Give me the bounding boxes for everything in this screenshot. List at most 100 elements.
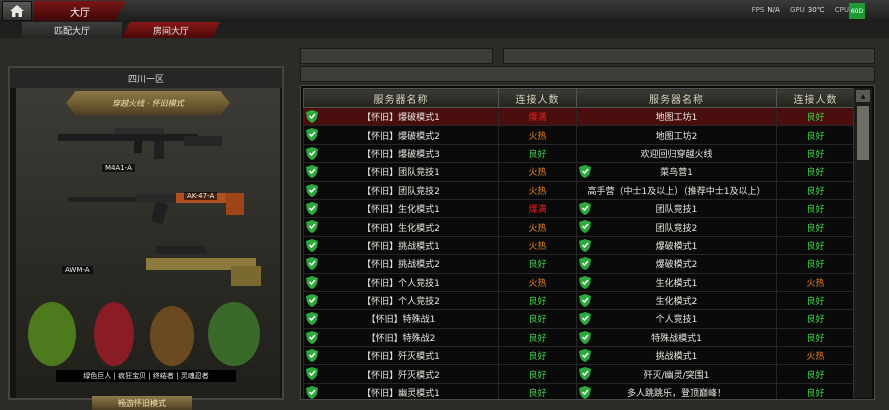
server-name-right[interactable]: 挑战模式1 <box>576 346 777 366</box>
tab-room-lobby[interactable]: 房间大厅 <box>122 22 220 38</box>
home-button[interactable] <box>2 1 32 21</box>
server-name-left[interactable]: 【怀旧】幽灵模式1 <box>303 382 499 399</box>
server-name-text: 【怀旧】歼灭模式2 <box>362 370 440 381</box>
server-name-right[interactable]: 多人跳跳乐，登顶巅峰！ <box>576 382 777 399</box>
server-row: 【怀旧】爆破模式2 火热 地图工坊2 良好 <box>303 125 855 145</box>
server-name-left[interactable]: 【怀旧】歼灭模式2 <box>303 364 499 384</box>
server-name-right[interactable]: 团队竞技1 <box>576 198 777 219</box>
server-name-left[interactable]: 【怀旧】个人竞技1 <box>303 272 499 292</box>
connection-status-left[interactable]: 火热 <box>498 217 577 237</box>
connection-status-right[interactable]: 良好 <box>776 235 855 256</box>
nostalgia-mode-banner[interactable]: 穿越火线 · 怀旧模式 M4A1-A AK-47-A AWM-A 绿色巨人 | … <box>16 88 280 410</box>
region-title: 四川一区 <box>10 68 282 88</box>
connection-status-right[interactable]: 火热 <box>776 346 855 366</box>
server-name-left[interactable]: 【怀旧】个人竞技2 <box>303 290 499 311</box>
scrollbar[interactable]: ▲ <box>853 88 872 398</box>
server-name-left[interactable]: 【怀旧】爆破模式1 <box>303 106 499 127</box>
gpu-label: GPU <box>789 6 805 14</box>
connection-status-right[interactable]: 良好 <box>776 290 855 311</box>
connection-status-right[interactable]: 良好 <box>776 198 855 219</box>
server-name-left[interactable]: 【怀旧】特殊战2 <box>303 327 499 348</box>
connection-status-left[interactable]: 良好 <box>498 382 577 399</box>
connection-status-left[interactable]: 良好 <box>498 346 577 366</box>
shield-icon <box>579 349 591 364</box>
connection-status-left[interactable]: 良好 <box>498 290 577 311</box>
shield-icon <box>579 330 591 346</box>
connection-status-right[interactable]: 良好 <box>776 125 855 145</box>
server-name-right[interactable]: 菜鸟营1 <box>576 162 777 182</box>
server-name-right[interactable]: 地图工坊2 <box>576 125 777 145</box>
server-row: 【怀旧】团队竞技2 火热 高手营（中士1及以上）（推荐中士1及以上） 良好 <box>303 180 855 200</box>
server-name-left[interactable]: 【怀旧】生化模式1 <box>303 198 499 219</box>
tab-match-lobby[interactable]: 匹配大厅 <box>22 22 122 38</box>
server-name-right[interactable]: 欢迎回归穿越火线 <box>576 143 777 164</box>
connection-status-right[interactable]: 良好 <box>776 217 855 237</box>
connection-status-left[interactable]: 良好 <box>498 309 577 329</box>
connection-status-left[interactable]: 爆满 <box>498 106 577 127</box>
server-name-text: 【怀旧】歼灭模式1 <box>362 352 440 363</box>
connection-status-left[interactable]: 爆满 <box>498 198 577 219</box>
server-name-text: 【怀旧】挑战模式1 <box>362 241 440 252</box>
server-name-left[interactable]: 【怀旧】团队竞技1 <box>303 162 499 182</box>
server-name-right[interactable]: 个人竞技1 <box>576 309 777 329</box>
server-name-right[interactable]: 高手营（中士1及以上）（推荐中士1及以上） <box>576 180 777 200</box>
connection-status-right[interactable]: 良好 <box>776 106 855 127</box>
connection-status-left[interactable]: 火热 <box>498 272 577 292</box>
connection-status-right[interactable]: 良好 <box>776 382 855 399</box>
scroll-up-arrow-icon[interactable]: ▲ <box>856 90 870 102</box>
connection-status-right[interactable]: 良好 <box>776 162 855 182</box>
server-name-text: 生化模式1 <box>655 278 698 289</box>
event-panel: 四川一区 穿越火线 · 怀旧模式 M4A1-A AK-47-A AWM-A 绿色… <box>8 66 284 410</box>
shield-icon <box>306 165 318 180</box>
connection-status-left[interactable]: 火热 <box>498 125 577 145</box>
server-name-text: 挑战模式1 <box>655 352 698 363</box>
server-name-text: 地图工坊2 <box>655 131 698 142</box>
server-name-left[interactable]: 【怀旧】特殊战1 <box>303 309 499 329</box>
connection-status-left[interactable]: 良好 <box>498 327 577 348</box>
connection-status-right[interactable]: 良好 <box>776 180 855 200</box>
server-name-right[interactable]: 歼灭/幽灵/突围1 <box>576 364 777 384</box>
shield-icon <box>579 312 591 327</box>
server-name-left[interactable]: 【怀旧】团队竞技2 <box>303 180 499 200</box>
connection-status-right[interactable]: 良好 <box>776 364 855 384</box>
col-server-name-left: 服务器名称 <box>303 88 499 108</box>
server-name-left[interactable]: 【怀旧】挑战模式2 <box>303 254 499 274</box>
server-name-right[interactable]: 生化模式1 <box>576 272 777 292</box>
connection-status-right[interactable]: 良好 <box>776 254 855 274</box>
server-name-text: 地图工坊1 <box>655 113 698 124</box>
server-name-right[interactable]: 地图工坊1 <box>576 106 777 127</box>
connection-status-right[interactable]: 良好 <box>776 327 855 348</box>
server-name-right[interactable]: 特殊战模式1 <box>576 327 777 348</box>
connection-status-right[interactable]: 火热 <box>776 272 855 292</box>
server-name-text: 爆破模式2 <box>655 260 698 271</box>
server-name-right[interactable]: 团队竞技2 <box>576 217 777 237</box>
server-name-left[interactable]: 【怀旧】歼灭模式1 <box>303 346 499 366</box>
server-name-text: 歼灭/幽灵/突围1 <box>643 370 710 381</box>
server-name-left[interactable]: 【怀旧】爆破模式3 <box>303 143 499 164</box>
server-name-text: 【怀旧】爆破模式2 <box>362 131 440 142</box>
connection-status-right[interactable]: 良好 <box>776 143 855 164</box>
home-icon <box>10 5 24 17</box>
hd-badge[interactable]: 60D <box>849 3 865 19</box>
connection-status-left[interactable]: 火热 <box>498 180 577 200</box>
server-row: 【怀旧】个人竞技2 良好 生化模式2 良好 <box>303 290 855 311</box>
lobby-tab[interactable]: 大厅 <box>34 1 126 21</box>
server-name-right[interactable]: 爆破模式1 <box>576 235 777 256</box>
connection-status-left[interactable]: 火热 <box>498 162 577 182</box>
connection-status-left[interactable]: 良好 <box>498 143 577 164</box>
server-name-right[interactable]: 生化模式2 <box>576 290 777 311</box>
server-name-left[interactable]: 【怀旧】挑战模式1 <box>303 235 499 256</box>
server-name-text: 爆破模式1 <box>655 241 698 252</box>
scrollbar-thumb[interactable] <box>857 106 869 160</box>
shield-icon <box>579 385 591 399</box>
server-name-left[interactable]: 【怀旧】爆破模式2 <box>303 125 499 145</box>
connection-status-left[interactable]: 良好 <box>498 254 577 274</box>
filter-bar <box>300 66 875 82</box>
server-name-left[interactable]: 【怀旧】生化模式2 <box>303 217 499 237</box>
server-name-text: 【怀旧】爆破模式3 <box>362 149 440 160</box>
connection-status-left[interactable]: 良好 <box>498 364 577 384</box>
connection-status-right[interactable]: 良好 <box>776 309 855 329</box>
connection-status-left[interactable]: 火热 <box>498 235 577 256</box>
server-name-right[interactable]: 爆破模式2 <box>576 254 777 274</box>
server-row: 【怀旧】歼灭模式1 良好 挑战模式1 火热 <box>303 346 855 366</box>
